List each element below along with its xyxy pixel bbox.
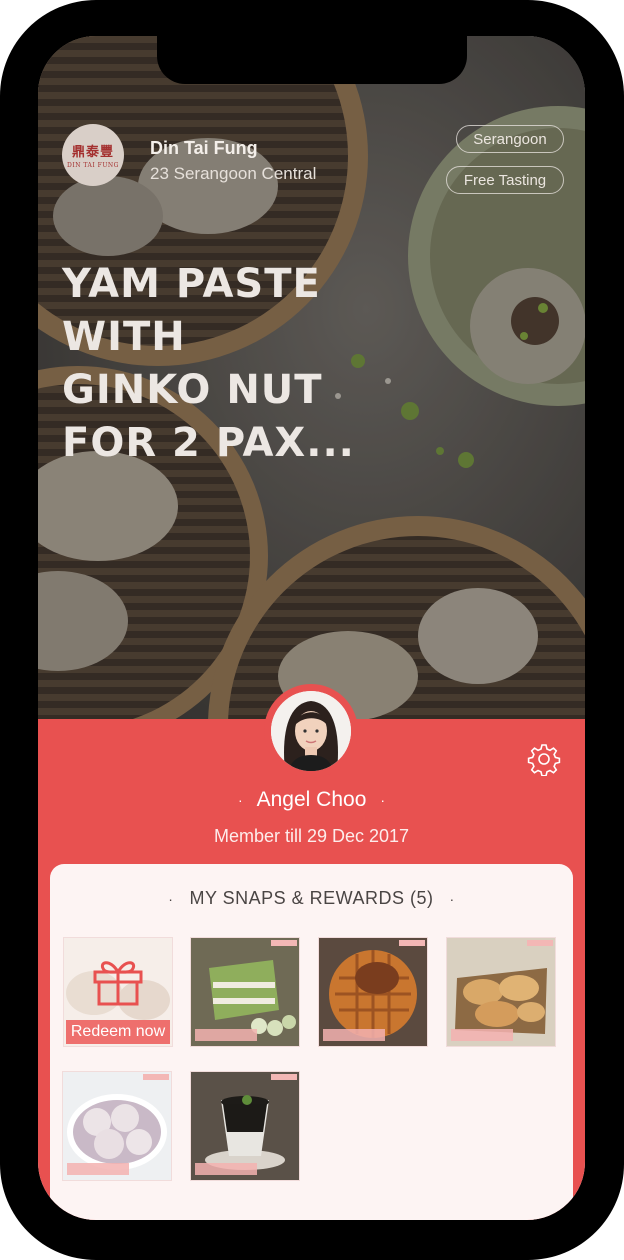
headline-line: YAM PASTE <box>62 261 321 307</box>
decor-dot: · <box>168 891 174 907</box>
snap-footer <box>195 1163 257 1175</box>
app-screen: 鼎泰豐 DIN TAI FUNG Din Tai Fung 23 Serango… <box>38 36 585 1220</box>
snap-footer <box>323 1029 385 1041</box>
snap-pan-fried-dumplings[interactable] <box>447 938 555 1046</box>
gear-icon[interactable] <box>527 742 561 776</box>
chip-location[interactable]: Serangoon <box>456 125 564 153</box>
avatar[interactable] <box>271 691 351 771</box>
snap-tag <box>143 1074 169 1080</box>
restaurant-name[interactable]: Din Tai Fung <box>150 138 258 159</box>
snap-tag <box>271 940 297 946</box>
snap-chicken-waffle[interactable] <box>319 938 427 1046</box>
rewards-card: · MY SNAPS & REWARDS (5) · Redeem now <box>50 864 573 1220</box>
logo-chinese-text: 鼎泰豐 <box>71 145 114 160</box>
avatar-photo <box>271 691 351 771</box>
redeem-now-label[interactable]: Redeem now <box>66 1020 170 1044</box>
rewards-title: MY SNAPS & REWARDS (5) <box>189 888 434 908</box>
decor-dot: · <box>237 792 243 809</box>
logo-english-text: DIN TAI FUNG <box>67 162 119 169</box>
decor-dot: · <box>449 891 455 907</box>
headline-line: GINKO NUT <box>62 367 323 413</box>
chip-offer-type[interactable]: Free Tasting <box>446 166 564 194</box>
hero-banner[interactable]: 鼎泰豐 DIN TAI FUNG Din Tai Fung 23 Serango… <box>38 36 585 719</box>
headline-line: FOR 2 PAX... <box>62 420 355 466</box>
user-name: Angel Choo <box>256 788 367 811</box>
user-name-row: · Angel Choo · <box>38 788 585 812</box>
snap-footer <box>451 1029 513 1041</box>
snap-steamed-yam-buns[interactable] <box>63 1072 171 1180</box>
restaurant-address: 23 Serangoon Central <box>150 164 317 183</box>
snap-green-tea-cake[interactable] <box>191 938 299 1046</box>
reward-tile-redeem[interactable]: Redeem now <box>64 938 172 1046</box>
rewards-title-row: · MY SNAPS & REWARDS (5) · <box>50 888 573 909</box>
phone-notch <box>157 36 467 84</box>
membership-expiry: Member till 29 Dec 2017 <box>213 826 410 846</box>
snap-tag <box>527 940 553 946</box>
snap-footer <box>67 1163 129 1175</box>
headline-line: WITH <box>62 314 186 360</box>
offer-headline: YAM PASTE WITH GINKO NUT FOR 2 PAX... <box>62 258 382 470</box>
snap-tag <box>271 1074 297 1080</box>
avatar-ring <box>264 684 358 778</box>
decor-dot: · <box>380 792 386 809</box>
snap-herbal-jelly-dessert[interactable] <box>191 1072 299 1180</box>
snap-tag <box>399 940 425 946</box>
restaurant-logo[interactable]: 鼎泰豐 DIN TAI FUNG <box>62 124 124 186</box>
snap-footer <box>195 1029 257 1041</box>
gift-icon <box>93 961 143 1006</box>
